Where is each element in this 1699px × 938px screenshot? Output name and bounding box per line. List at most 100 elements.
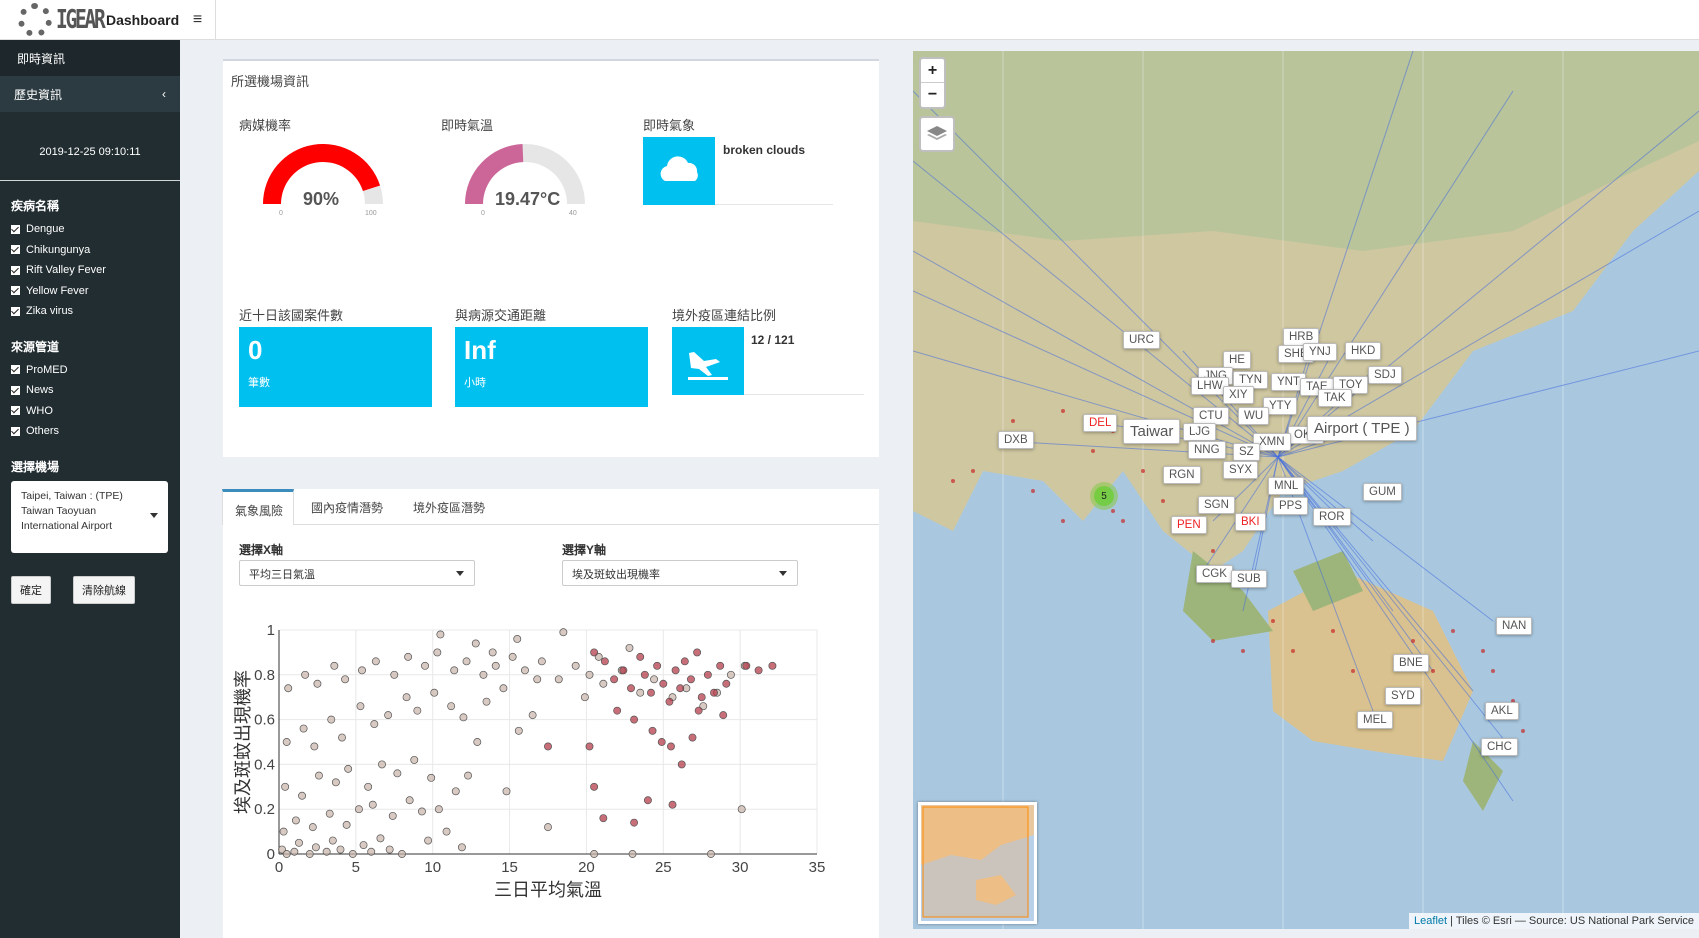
airport-marker[interactable]: WU	[1238, 407, 1270, 425]
outbreak-point	[1431, 669, 1435, 673]
data-point	[298, 791, 307, 800]
y-tick-label: 1	[267, 624, 275, 639]
data-point	[559, 628, 568, 637]
airport-marker[interactable]: MNL	[1268, 477, 1305, 495]
airport-marker[interactable]: SUB	[1231, 570, 1267, 588]
data-point	[697, 693, 706, 702]
airport-marker[interactable]: TAK	[1318, 389, 1352, 407]
airport-marker[interactable]: CGK	[1196, 565, 1233, 583]
checkbox-news[interactable]: News	[0, 380, 180, 401]
data-point	[356, 702, 365, 711]
scatter-plot[interactable]: 00.20.40.60.810 5 10 15 20 25 30 35三日平均氣溫埃及斑蚊出現…	[223, 624, 879, 938]
confirm-button[interactable]: 確定	[11, 575, 51, 604]
checkbox-rift-valley-fever[interactable]: Rift Valley Fever	[0, 260, 180, 281]
checkbox-others[interactable]: Others	[0, 421, 180, 442]
data-point	[544, 823, 552, 832]
outbreak-point	[1061, 409, 1065, 413]
airport-marker[interactable]: URC	[1123, 331, 1160, 349]
tab-weather-risk[interactable]: 氣象風險	[222, 489, 295, 525]
airport-marker[interactable]: ROR	[1313, 508, 1351, 526]
airport-marker[interactable]: SDJ	[1368, 366, 1402, 384]
data-point	[628, 850, 637, 858]
weather-value: broken clouds	[723, 143, 806, 157]
nav-item-history[interactable]: 歷史資訊 ‹	[0, 76, 180, 112]
airport-marker[interactable]: CHC	[1481, 738, 1518, 756]
minimap[interactable]	[918, 802, 1037, 924]
distance-value: Inf	[464, 335, 496, 365]
airport-marker[interactable]: NAN	[1496, 617, 1533, 635]
airport-marker[interactable]: LJG	[1183, 423, 1217, 441]
vector-prob-value: 90%	[303, 189, 340, 209]
layers-button[interactable]	[919, 116, 955, 152]
airport-marker[interactable]: MEL	[1357, 711, 1393, 729]
data-point	[305, 850, 314, 858]
airport-marker[interactable]: RGN	[1163, 466, 1201, 484]
data-point	[640, 670, 649, 679]
checkbox-who[interactable]: WHO	[0, 401, 180, 422]
data-point	[650, 675, 659, 684]
airport-marker[interactable]: HKD	[1345, 342, 1382, 360]
airport-marker[interactable]: SYD	[1385, 687, 1421, 705]
airport-info-panel: 所選機場資訊 病媒機率 90% 0 100 即時氣溫 19.47°C 0 40 …	[223, 59, 879, 457]
logo-ring-icon	[18, 3, 52, 37]
outbreak-point	[1411, 639, 1415, 643]
route-map[interactable]: URC HRB SHE YNJ HKD SDJ HE JNG TYN YNT TAE TOY LHW XI…	[913, 51, 1699, 929]
airport-marker[interactable]: SGN	[1198, 496, 1235, 514]
clear-routes-button[interactable]: 清除航線	[73, 575, 135, 604]
divider	[715, 204, 833, 205]
disease-group-title: 疾病名稱	[11, 199, 60, 213]
data-point	[313, 679, 322, 688]
airport-marker[interactable]: BNE	[1393, 654, 1429, 672]
zoom-in-button[interactable]: +	[921, 59, 944, 83]
checkbox-checked-icon	[11, 286, 20, 296]
checkbox-yellow-fever[interactable]: Yellow Fever	[0, 281, 180, 302]
source-group-title: 來源管道	[11, 339, 60, 354]
checkbox-chikungunya[interactable]: Chikungunya	[0, 240, 180, 261]
airport-marker[interactable]: AKL	[1485, 702, 1519, 720]
tab-overseas-potential[interactable]: 境外疫區潛勢	[413, 499, 485, 516]
airport-marker[interactable]: DXB	[998, 431, 1034, 449]
y-axis-select[interactable]: 埃及斑蚊出現機率	[562, 560, 798, 586]
map-basemap[interactable]	[913, 51, 1699, 929]
data-point	[514, 726, 523, 735]
x-axis-select[interactable]: 平均三日氣溫	[239, 560, 475, 586]
flight-icon-box	[672, 327, 744, 395]
checkbox-checked-icon	[11, 245, 20, 255]
distance-info-box: Inf 小時	[455, 327, 648, 407]
checkbox-dengue[interactable]: Dengue	[0, 219, 180, 240]
data-point	[636, 688, 645, 697]
airport-marker[interactable]: YNJ	[1303, 343, 1337, 361]
airport-marker[interactable]: PEN	[1171, 516, 1207, 534]
data-point	[688, 733, 697, 742]
leaflet-link[interactable]: Leaflet	[1414, 915, 1447, 927]
airport-select[interactable]: Taipei, Taiwan : (TPE) Taiwan Taoyuan In…	[11, 480, 168, 553]
sidebar-toggle-button[interactable]: ≡	[180, 0, 216, 40]
airport-marker[interactable]: GUM	[1363, 483, 1402, 501]
airport-marker[interactable]: SZ	[1233, 443, 1260, 461]
airport-marker[interactable]: XIY	[1223, 386, 1254, 404]
data-point	[301, 670, 310, 679]
checkbox-checked-icon	[11, 385, 20, 395]
weather-icon-box	[643, 137, 715, 205]
data-point	[502, 787, 511, 796]
zoom-out-button[interactable]: −	[921, 83, 944, 107]
airport-marker[interactable]: SYX	[1223, 461, 1259, 479]
checkbox-promed[interactable]: ProMED	[0, 360, 180, 381]
tab-domestic-potential[interactable]: 國內疫情潛勢	[311, 499, 383, 516]
data-point	[402, 693, 411, 702]
airport-marker[interactable]: NNG	[1188, 441, 1226, 459]
data-point	[473, 738, 482, 746]
caret-down-icon	[150, 512, 158, 518]
data-point	[464, 771, 473, 780]
airport-marker[interactable]: DEL	[1083, 414, 1118, 432]
data-point	[451, 787, 460, 796]
airport-marker[interactable]: BKI	[1235, 513, 1266, 531]
nav-item-realtime[interactable]: 即時資訊	[0, 40, 180, 76]
top-navbar: IGEAR Dashboard ≡	[0, 0, 1699, 40]
marker-cluster[interactable]: 5	[1090, 482, 1118, 510]
outbreak-point	[1121, 519, 1125, 523]
data-point	[315, 771, 323, 780]
checkbox-zika-virus[interactable]: Zika virus	[0, 301, 180, 322]
airport-marker[interactable]: PPS	[1273, 497, 1309, 515]
checkbox-checked-icon	[11, 365, 20, 375]
